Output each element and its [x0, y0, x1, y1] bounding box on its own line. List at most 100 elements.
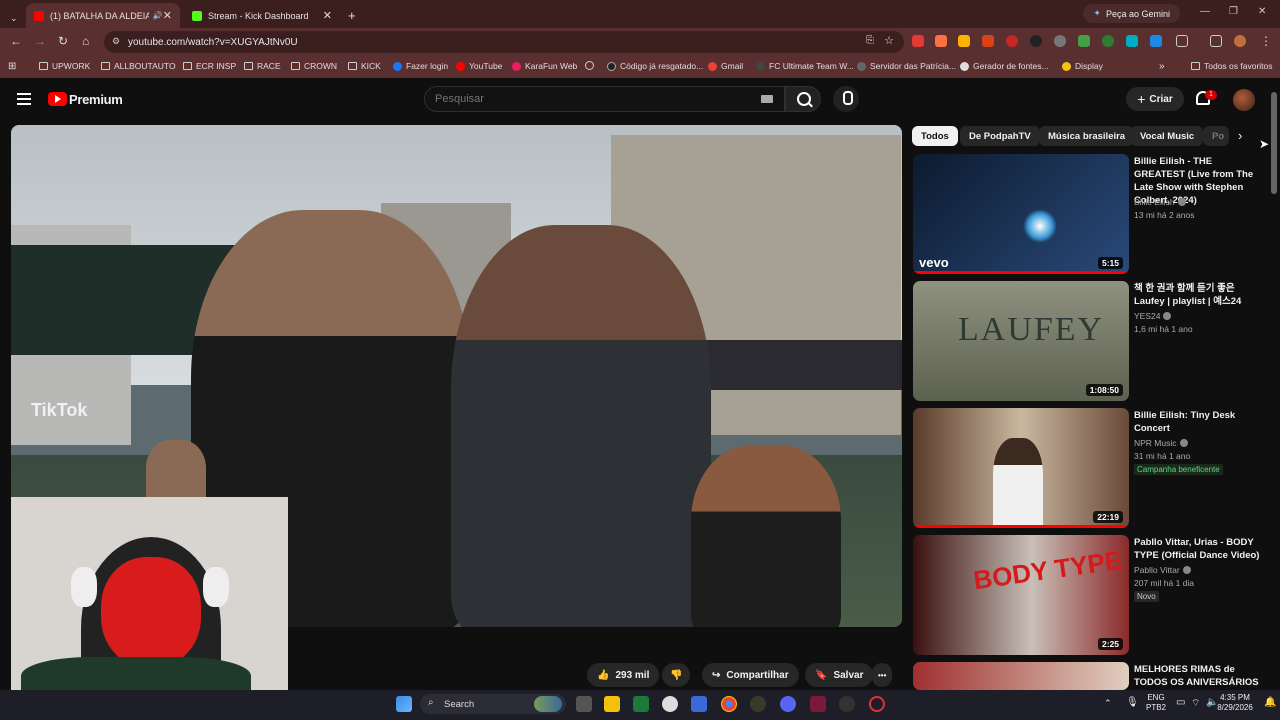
- chevron-right-icon[interactable]: ›: [1238, 128, 1242, 143]
- extension-icon[interactable]: [1054, 35, 1066, 47]
- hamburger-menu-icon[interactable]: [17, 93, 31, 105]
- address-bar[interactable]: ⚙ youtube.com/watch?v=XUGYAJtNv0U ⎘ ☆: [104, 31, 904, 53]
- app-icon[interactable]: [662, 696, 678, 712]
- new-tab-button[interactable]: +: [344, 3, 364, 28]
- related-title[interactable]: MELHORES RIMAS de TODOS OS ANIVERSÁRIOS …: [1134, 663, 1262, 689]
- minimize-icon[interactable]: —: [1200, 6, 1210, 17]
- extension-icon[interactable]: [1102, 35, 1114, 47]
- extension-icon[interactable]: [912, 35, 924, 47]
- extension-icon[interactable]: [1126, 35, 1138, 47]
- bookmark-link[interactable]: FC Ultimate Team W...: [756, 61, 854, 71]
- related-title[interactable]: 책 한 권과 함께 듣기 좋은 Laufey | playlist | 예스24: [1134, 282, 1262, 308]
- related-channel[interactable]: YES24: [1134, 311, 1172, 321]
- chip-todos[interactable]: Todos: [912, 126, 958, 146]
- profile-avatar[interactable]: [1234, 35, 1246, 47]
- like-button[interactable]: 👍 293 mil: [587, 663, 660, 687]
- gemini-button[interactable]: ✦ Peça ao Gemini: [1083, 4, 1180, 23]
- extension-icon[interactable]: [982, 35, 994, 47]
- forward-icon[interactable]: →: [34, 34, 46, 48]
- related-thumbnail[interactable]: LAUFEY 1:08:50: [913, 281, 1129, 401]
- app-icon[interactable]: [750, 696, 766, 712]
- youtube-logo-icon[interactable]: [48, 92, 67, 106]
- share-button[interactable]: ↪ Compartilhar: [702, 663, 799, 687]
- keyboard-icon[interactable]: [761, 95, 773, 103]
- home-icon[interactable]: ⌂: [82, 34, 89, 48]
- related-thumbnail[interactable]: [913, 662, 1129, 690]
- reload-icon[interactable]: ↻: [58, 34, 68, 48]
- bookmark-link[interactable]: Gerador de fontes...: [960, 61, 1049, 71]
- monitor-icon[interactable]: ▭: [1176, 697, 1185, 708]
- discord-icon[interactable]: [780, 696, 796, 712]
- extension-icon[interactable]: [958, 35, 970, 47]
- chip-podpah[interactable]: De PodpahTV: [960, 126, 1040, 146]
- create-button[interactable]: + Criar: [1126, 87, 1184, 111]
- extensions-puzzle-icon[interactable]: [1176, 35, 1188, 47]
- voice-search-button[interactable]: [833, 86, 859, 112]
- chip-musica-brasileira[interactable]: Música brasileira: [1039, 126, 1135, 146]
- restore-icon[interactable]: ❐: [1229, 6, 1238, 17]
- related-title[interactable]: Billie Eilish: Tiny Desk Concert: [1134, 409, 1262, 435]
- related-thumbnail[interactable]: vevo 5:15: [913, 154, 1129, 274]
- tab-kick[interactable]: Stream - Kick Dashboard ✕: [184, 3, 340, 28]
- excel-icon[interactable]: [633, 696, 649, 712]
- extension-icon[interactable]: [1006, 35, 1018, 47]
- obs-icon[interactable]: [839, 696, 855, 712]
- more-actions-button[interactable]: •••: [872, 663, 893, 687]
- bookmark-link[interactable]: YouTube: [456, 61, 502, 71]
- search-input[interactable]: [424, 86, 785, 112]
- site-info-icon[interactable]: ⚙: [112, 36, 120, 47]
- apps-icon[interactable]: ⊞: [8, 61, 16, 72]
- extension-icon[interactable]: [1030, 35, 1042, 47]
- bookmark-folder[interactable]: ECR INSP: [183, 61, 236, 71]
- tray-chevron-icon[interactable]: ⌃: [1104, 698, 1112, 709]
- chip-vocal-music[interactable]: Vocal Music: [1131, 126, 1204, 146]
- dislike-button[interactable]: 👎: [662, 663, 691, 687]
- reading-list-icon[interactable]: [1210, 35, 1222, 47]
- bookmark-folder[interactable]: ALLBOUTAUTO: [101, 61, 176, 71]
- bookmark-link[interactable]: Gmail: [708, 61, 743, 71]
- bookmark-folder[interactable]: CROWN: [291, 61, 337, 71]
- page-scrollbar[interactable]: [1271, 92, 1277, 194]
- related-thumbnail[interactable]: BODY TYPE 2:25: [913, 535, 1129, 655]
- avatar[interactable]: [1233, 89, 1255, 111]
- save-button[interactable]: 🔖 Salvar: [805, 663, 874, 687]
- related-channel[interactable]: Billie Eilish: [1134, 197, 1186, 207]
- browser-menu-icon[interactable]: ⋮: [1260, 34, 1272, 48]
- clock[interactable]: 4:35 PM 8/29/2026: [1210, 693, 1260, 713]
- wifi-icon[interactable]: ⌔: [1191, 697, 1200, 710]
- bookmark-folder[interactable]: KICK: [348, 61, 381, 71]
- bookmark-folder[interactable]: UPWORK: [39, 61, 90, 71]
- bookmark-link[interactable]: Fazer login: [393, 61, 448, 71]
- all-bookmarks-button[interactable]: Todos os favoritos: [1191, 61, 1273, 71]
- related-channel[interactable]: Pabllo Vittar: [1134, 565, 1191, 575]
- close-window-icon[interactable]: ✕: [1258, 6, 1266, 17]
- bookmark-link[interactable]: [585, 61, 594, 70]
- extension-icon[interactable]: [1150, 35, 1162, 47]
- chip-partial[interactable]: Po: [1203, 126, 1229, 146]
- related-title[interactable]: Pabllo Vittar, Urias - BODY TYPE (Offici…: [1134, 536, 1262, 562]
- close-icon[interactable]: ✕: [163, 9, 172, 22]
- notification-center-icon[interactable]: 🔔: [1264, 697, 1276, 708]
- youtube-brand[interactable]: Premium: [69, 92, 123, 107]
- bookmark-link[interactable]: Servidor das Patrícia...: [857, 61, 956, 71]
- close-icon[interactable]: ✕: [323, 9, 332, 22]
- bookmark-link[interactable]: Display: [1062, 61, 1103, 71]
- bookmarks-overflow-button[interactable]: »: [1159, 61, 1165, 72]
- back-icon[interactable]: ←: [10, 34, 22, 48]
- search-button[interactable]: [785, 86, 821, 112]
- microphone-icon[interactable]: 🎙: [1126, 697, 1139, 708]
- store-icon[interactable]: [691, 696, 707, 712]
- opera-icon[interactable]: [869, 696, 885, 712]
- bookmark-folder[interactable]: RACE: [244, 61, 281, 71]
- language-indicator[interactable]: ENG PTB2: [1146, 693, 1166, 713]
- install-icon[interactable]: ⎘: [866, 35, 874, 46]
- windows-start-icon[interactable]: [396, 696, 412, 712]
- taskbar-search[interactable]: ⌕ Search: [420, 694, 566, 714]
- speaker-icon[interactable]: 🔊: [153, 11, 163, 20]
- file-explorer-icon[interactable]: [604, 696, 620, 712]
- bookmark-link[interactable]: Código já resgatado...: [607, 61, 703, 71]
- task-view-icon[interactable]: [576, 696, 592, 712]
- chrome-icon[interactable]: [721, 696, 737, 712]
- tab-batalha[interactable]: (1) BATALHA DA ALDEIA - E 🔊 ✕: [26, 3, 180, 28]
- related-channel[interactable]: NPR Music: [1134, 438, 1188, 448]
